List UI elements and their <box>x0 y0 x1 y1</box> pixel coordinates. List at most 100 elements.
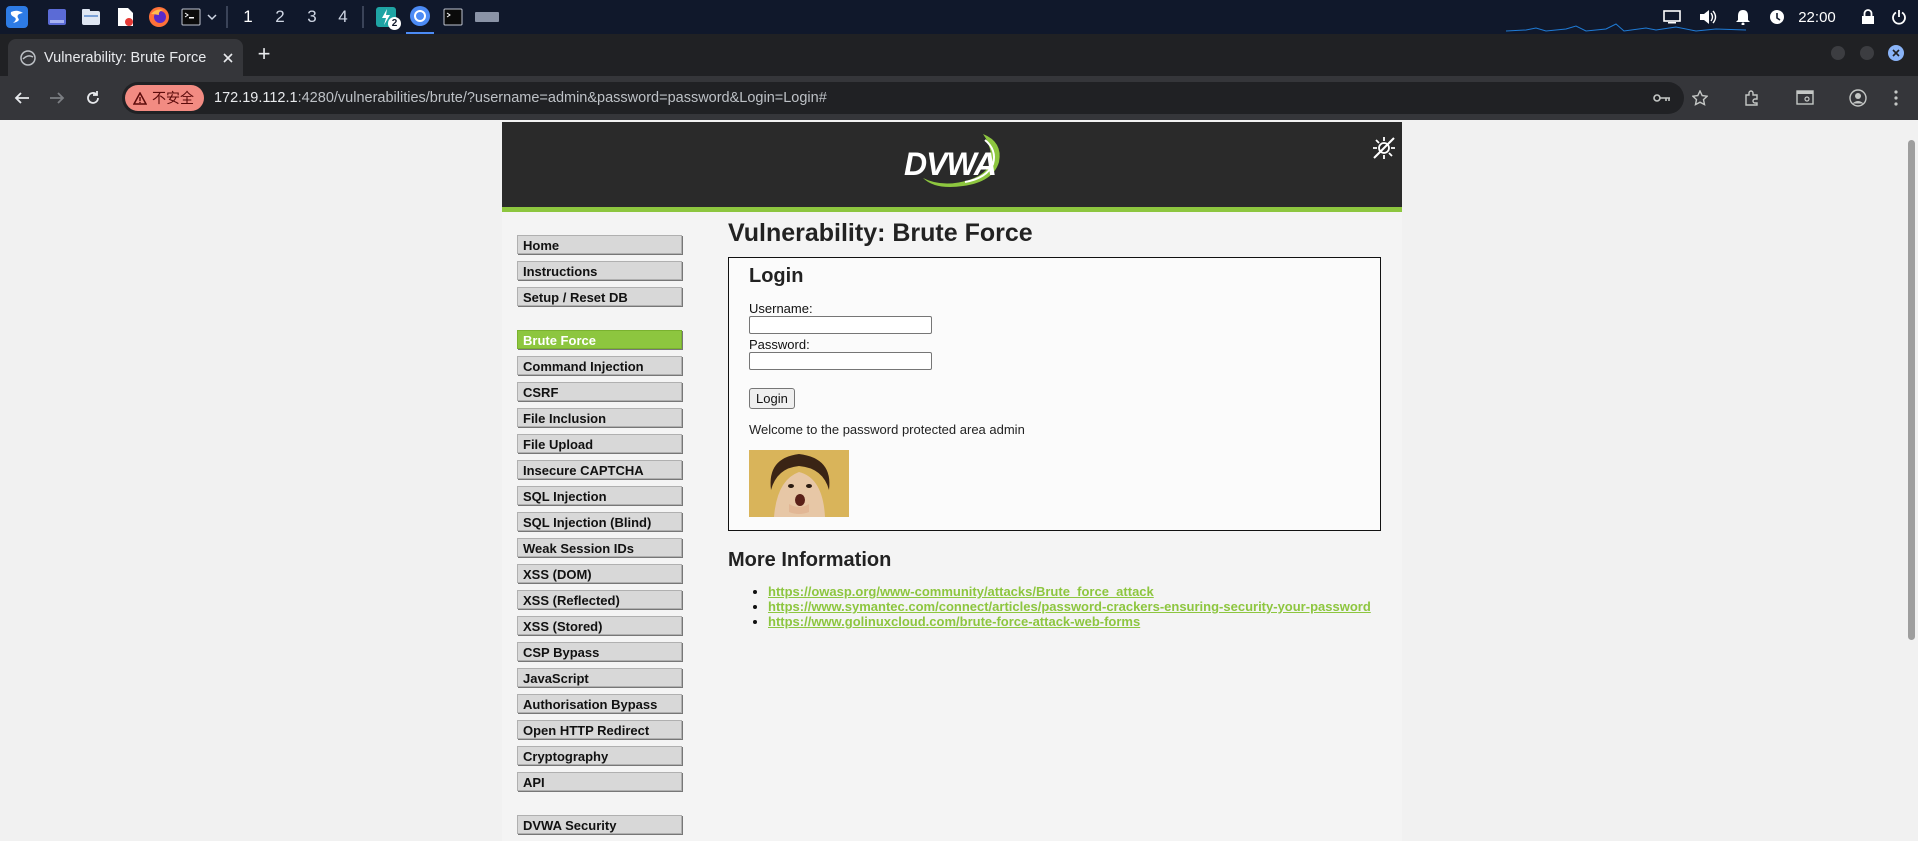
start-menu-icon[interactable] <box>2 0 32 34</box>
browser-menu-icon[interactable] <box>1886 88 1906 108</box>
terminal-app-icon[interactable] <box>440 0 466 34</box>
scrollbar-thumb[interactable] <box>1908 140 1915 640</box>
warning-icon <box>133 91 147 105</box>
page-scrollbar[interactable] <box>1904 120 1918 841</box>
menu-item-authorisation-bypass[interactable]: Authorisation Bypass <box>517 694 682 713</box>
workspace-3[interactable]: 3 <box>297 0 327 34</box>
golinuxcloud-link[interactable]: https://www.golinuxcloud.com/brute-force… <box>768 614 1140 629</box>
workspace-2[interactable]: 2 <box>265 0 295 34</box>
extensions-icon[interactable] <box>1742 88 1762 108</box>
desktop-icon[interactable] <box>44 0 70 34</box>
taskbar-divider <box>362 6 364 28</box>
os-taskbar: 1 2 3 4 2 22:00 <box>0 0 1918 36</box>
terminal-icon[interactable] <box>178 0 204 34</box>
dvwa-logo[interactable]: DVWA <box>895 130 1010 197</box>
display-icon[interactable] <box>1658 0 1686 34</box>
taskbar-divider <box>226 6 228 28</box>
menu-item-weak-session-ids[interactable]: Weak Session IDs <box>517 538 682 557</box>
page-viewport: DVWA Home Instructions Setup / Reset DB … <box>0 120 1904 841</box>
tab-title: Vulnerability: Brute Force <box>44 49 207 66</box>
tab-favicon-icon <box>20 49 36 66</box>
login-button[interactable]: Login <box>749 388 795 409</box>
profile-avatar-icon[interactable] <box>1848 88 1868 108</box>
user-photo <box>749 450 849 517</box>
volume-icon[interactable] <box>1694 0 1722 34</box>
forward-arrow-icon[interactable] <box>45 86 69 110</box>
tab-brute-force[interactable]: Vulnerability: Brute Force <box>8 39 243 76</box>
menu-item-xss-dom[interactable]: XSS (DOM) <box>517 564 682 583</box>
menu-item-cryptography[interactable]: Cryptography <box>517 746 682 765</box>
username-label: Username: <box>749 301 813 316</box>
address-bar[interactable]: 不安全 172.19.112.1:4280/vulnerabilities/br… <box>122 82 1684 114</box>
reload-icon[interactable] <box>81 86 105 110</box>
symantec-link[interactable]: https://www.symantec.com/connect/article… <box>768 599 1371 614</box>
back-arrow-icon[interactable] <box>10 86 34 110</box>
list-item: https://owasp.org/www-community/attacks/… <box>768 584 1383 599</box>
not-secure-badge[interactable]: 不安全 <box>125 85 204 111</box>
browser-tab-strip: Vulnerability: Brute Force + <box>0 34 1918 76</box>
owasp-link[interactable]: https://owasp.org/www-community/attacks/… <box>768 584 1154 599</box>
new-tab-button[interactable]: + <box>252 41 276 66</box>
workspace-4[interactable]: 4 <box>328 0 358 34</box>
menu-item-sql-injection[interactable]: SQL Injection <box>517 486 682 505</box>
tab-search-icon[interactable] <box>1795 88 1815 108</box>
username-input[interactable] <box>749 316 932 334</box>
login-heading: Login <box>749 265 804 287</box>
notifications-bell-icon[interactable] <box>1729 0 1757 34</box>
theme-toggle-icon[interactable] <box>1370 134 1398 162</box>
menu-separator <box>517 798 687 815</box>
text-editor-icon[interactable] <box>112 0 138 34</box>
password-key-icon[interactable] <box>1652 88 1672 108</box>
url-text[interactable]: 172.19.112.1:4280/vulnerabilities/brute/… <box>214 90 827 106</box>
firefox-icon[interactable] <box>146 0 172 34</box>
welcome-message: Welcome to the password protected area a… <box>749 422 1025 437</box>
clock[interactable]: 22:00 <box>1792 0 1842 34</box>
bookmark-star-icon[interactable] <box>1690 88 1710 108</box>
not-secure-label: 不安全 <box>152 90 194 106</box>
browser-toolbar: 不安全 172.19.112.1:4280/vulnerabilities/br… <box>0 76 1918 120</box>
list-item: https://www.symantec.com/connect/article… <box>768 599 1383 614</box>
list-item: https://www.golinuxcloud.com/brute-force… <box>768 614 1383 629</box>
menu-item-csrf[interactable]: CSRF <box>517 382 682 401</box>
menu-item-xss-stored[interactable]: XSS (Stored) <box>517 616 682 635</box>
close-window-button[interactable] <box>1887 44 1905 62</box>
main-content: Vulnerability: Brute Force Login Usernam… <box>728 219 1383 629</box>
url-path: :4280/vulnerabilities/brute/?username=ad… <box>297 90 827 106</box>
menu-item-sql-injection-blind[interactable]: SQL Injection (Blind) <box>517 512 682 531</box>
menu-item-brute-force[interactable]: Brute Force <box>517 330 682 349</box>
menu-item-file-inclusion[interactable]: File Inclusion <box>517 408 682 427</box>
menu-item-file-upload[interactable]: File Upload <box>517 434 682 453</box>
more-information-heading: More Information <box>728 549 892 571</box>
menu-item-csp-bypass[interactable]: CSP Bypass <box>517 642 682 661</box>
menu-item-instructions[interactable]: Instructions <box>517 261 682 280</box>
notification-badge: 2 <box>388 17 401 30</box>
menu-item-home[interactable]: Home <box>517 235 682 254</box>
chevron-down-icon[interactable] <box>204 0 220 34</box>
menu-item-open-http-redirect[interactable]: Open HTTP Redirect <box>517 720 682 739</box>
more-information-links: https://owasp.org/www-community/attacks/… <box>728 584 1383 629</box>
menu-item-api[interactable]: API <box>517 772 682 791</box>
menu-item-dvwa-security[interactable]: DVWA Security <box>517 815 682 834</box>
file-manager-icon[interactable] <box>78 0 104 34</box>
tab-close-icon[interactable] <box>222 52 234 64</box>
menu-item-insecure-captcha[interactable]: Insecure CAPTCHA <box>517 460 682 479</box>
update-status-icon[interactable] <box>1763 0 1791 34</box>
menu-separator <box>517 313 687 330</box>
password-input[interactable] <box>749 352 932 370</box>
menu-item-command-injection[interactable]: Command Injection <box>517 356 682 375</box>
burp-app-icon[interactable]: 2 <box>372 0 401 34</box>
menu-item-javascript[interactable]: JavaScript <box>517 668 682 687</box>
chromium-app-icon[interactable] <box>406 0 434 34</box>
password-label: Password: <box>749 337 810 352</box>
power-icon[interactable] <box>1885 0 1913 34</box>
minimize-window-button[interactable] <box>1829 44 1847 62</box>
window-app-icon[interactable] <box>472 0 502 34</box>
page-title: Vulnerability: Brute Force <box>728 219 1033 247</box>
maximize-window-button[interactable] <box>1858 44 1876 62</box>
lock-icon[interactable] <box>1856 0 1880 34</box>
menu-item-xss-reflected[interactable]: XSS (Reflected) <box>517 590 682 609</box>
dvwa-sidebar-menu: Home Instructions Setup / Reset DB Brute… <box>517 235 687 841</box>
menu-item-setup-reset-db[interactable]: Setup / Reset DB <box>517 287 682 306</box>
workspace-1[interactable]: 1 <box>233 0 263 36</box>
dvwa-header: DVWA <box>502 122 1402 212</box>
